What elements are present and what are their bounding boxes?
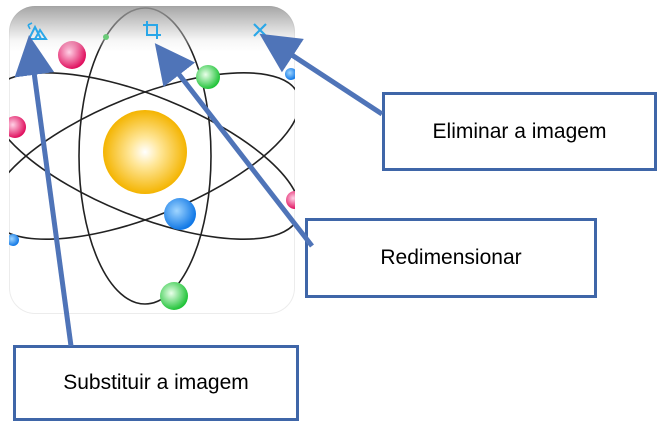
crop-icon[interactable] — [140, 18, 164, 42]
screenshot-stage: Eliminar a imagem Redimensionar Substitu… — [0, 0, 663, 422]
delete-image-callout: Eliminar a imagem — [382, 92, 657, 171]
close-icon[interactable] — [248, 18, 272, 42]
atom-icon — [9, 7, 295, 310]
resize-callout-label: Redimensionar — [380, 246, 522, 269]
replace-image-callout-label: Substituir a imagem — [63, 371, 249, 394]
replace-image-icon[interactable] — [25, 20, 49, 44]
replace-image-callout: Substituir a imagem — [13, 345, 299, 421]
delete-image-callout-label: Eliminar a imagem — [432, 119, 607, 143]
image-card — [9, 6, 295, 314]
resize-callout: Redimensionar — [305, 218, 597, 298]
